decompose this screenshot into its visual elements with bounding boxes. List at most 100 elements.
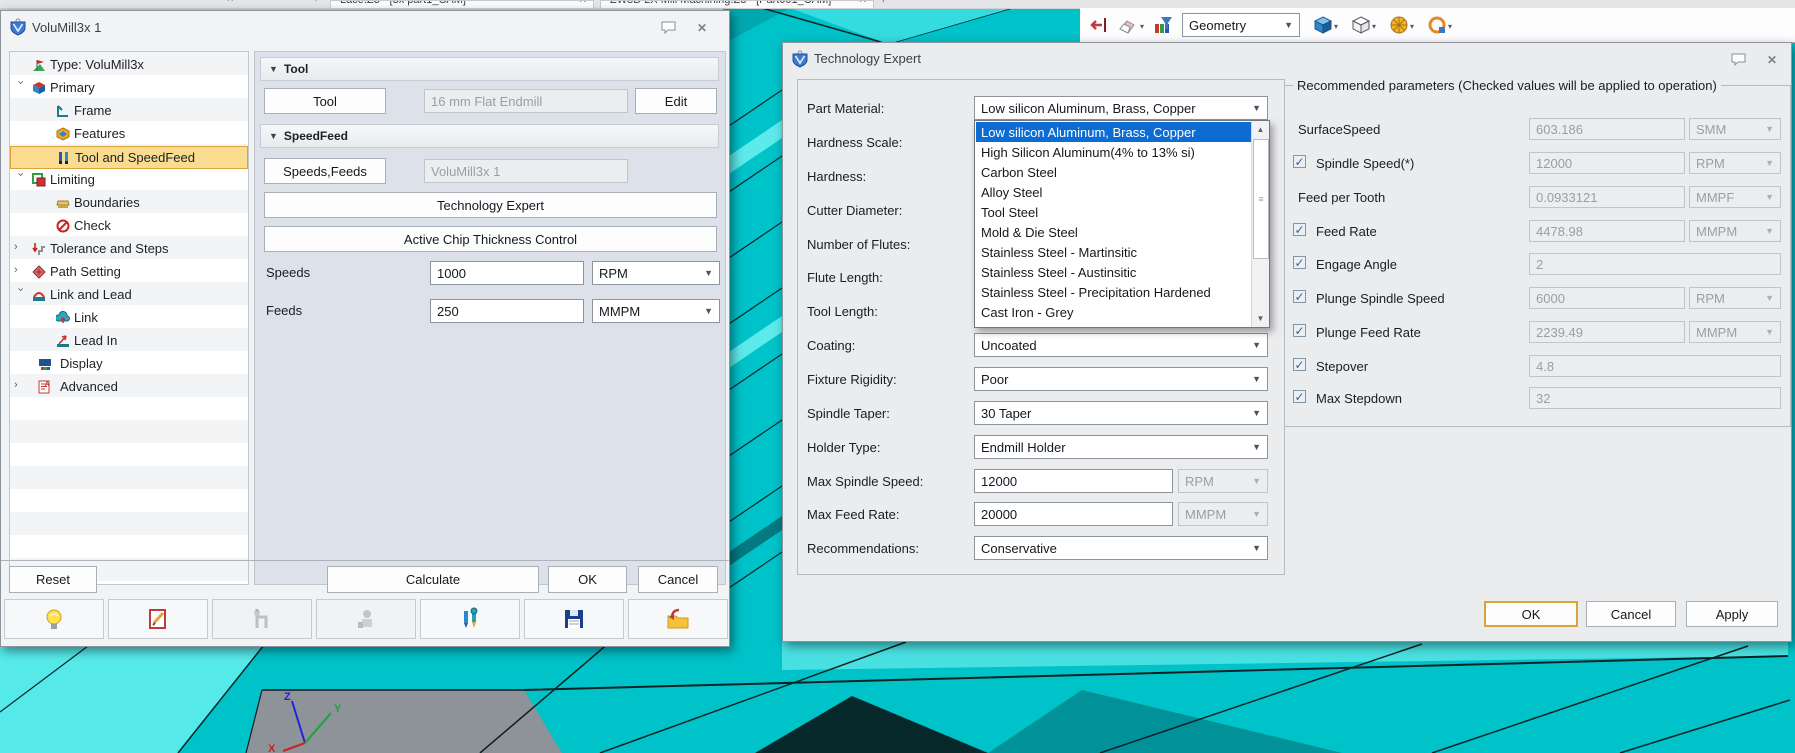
tool-manager-button[interactable]: [420, 599, 520, 639]
scroll-up-icon[interactable]: ▲: [1253, 122, 1268, 137]
tree-item-tolerance-and-steps[interactable]: › Tolerance and Steps: [10, 238, 248, 261]
tree-item-path-setting[interactable]: › Path Setting: [10, 261, 248, 284]
eraser-icon[interactable]: [1116, 14, 1138, 36]
dropdown-item[interactable]: Stainless Steel - Austinsitic: [976, 262, 1251, 282]
tool-button[interactable]: Tool: [264, 88, 386, 114]
max-spindle-speed-input[interactable]: 12000: [974, 469, 1173, 493]
plunge-feed-rate-checkbox[interactable]: ✓: [1293, 324, 1306, 337]
chevron-down-icon[interactable]: ▾: [1410, 22, 1414, 31]
fixture-rigidity-select[interactable]: Poor ▼: [974, 367, 1268, 391]
chevron-down-icon[interactable]: ▾: [1334, 22, 1338, 31]
tab-lace-z3[interactable]: Lace.Z3 - [3x part1_CAM] ✕: [330, 0, 594, 9]
max-feed-rate-input[interactable]: 20000: [974, 502, 1173, 526]
tree-item-link[interactable]: Link: [10, 307, 248, 330]
technology-expert-button[interactable]: Technology Expert: [264, 192, 717, 218]
tree-item-frame[interactable]: Frame: [10, 100, 248, 123]
section-header-tool[interactable]: ▼ Tool: [260, 57, 719, 81]
window-restore-icon[interactable]: ▫: [198, 0, 202, 5]
part-material-select[interactable]: Low silicon Aluminum, Brass, Copper ▼: [974, 96, 1268, 120]
geometry-selector[interactable]: Geometry ▼: [1182, 13, 1300, 37]
tree-item-advanced[interactable]: › A Advanced: [10, 376, 248, 399]
tree-item-boundaries[interactable]: Boundaries: [10, 192, 248, 215]
max-stepdown-checkbox[interactable]: ✓: [1293, 390, 1306, 403]
dropdown-item[interactable]: Stainless Steel - Martinsitic: [976, 242, 1251, 262]
coating-select[interactable]: Uncoated ▼: [974, 333, 1268, 357]
pin-tab-icon[interactable]: +: [313, 0, 319, 5]
plunge-spindle-speed-checkbox[interactable]: ✓: [1293, 290, 1306, 303]
chevron-expanded-icon[interactable]: ›: [15, 288, 27, 300]
tab-close-icon[interactable]: ✕: [579, 0, 587, 6]
feeds-input[interactable]: 250: [430, 299, 584, 323]
tree-item-features[interactable]: Features: [10, 123, 248, 146]
apply-button[interactable]: Apply: [1686, 601, 1778, 627]
close-icon[interactable]: ✕: [1761, 52, 1783, 68]
cancel-button[interactable]: Cancel: [1586, 601, 1676, 627]
spindle-taper-select[interactable]: 30 Taper ▼: [974, 401, 1268, 425]
wireframe-display-icon[interactable]: [1350, 14, 1372, 36]
section-header-speedfeed[interactable]: ▼ SpeedFeed: [260, 124, 719, 148]
open-folder-button[interactable]: [628, 599, 728, 639]
edit-tool-button[interactable]: Edit: [635, 88, 717, 114]
speeds-input[interactable]: 1000: [430, 261, 584, 285]
tree-item-check[interactable]: Check: [10, 215, 248, 238]
exit-arrow-icon[interactable]: [1088, 14, 1110, 36]
tree-item-label: Type: VoluMill3x: [50, 57, 144, 72]
window-close-icon[interactable]: ✕: [226, 0, 234, 5]
tab-zw3d-mill[interactable]: ZW3D 2X Mill Machining.Z3 - [Part001_CAM…: [600, 0, 874, 9]
recommendations-select[interactable]: Conservative ▼: [974, 536, 1268, 560]
tree-item-lead-in[interactable]: Lead In: [10, 330, 248, 353]
dropdown-item[interactable]: High Silicon Aluminum(4% to 13% si): [976, 142, 1251, 162]
feeds-unit-select[interactable]: MMPM ▼: [592, 299, 720, 323]
dropdown-item[interactable]: Mold & Die Steel: [976, 222, 1251, 242]
ok-button[interactable]: OK: [1484, 601, 1578, 627]
chevron-collapsed-icon[interactable]: ›: [14, 241, 26, 253]
dropdown-item[interactable]: Carbon Steel: [976, 162, 1251, 182]
spindle-speed-checkbox[interactable]: ✓: [1293, 155, 1306, 168]
section-ring-icon[interactable]: [1426, 14, 1448, 36]
tree-item-type[interactable]: Type: VoluMill3x: [10, 54, 248, 77]
comment-icon[interactable]: [657, 21, 679, 37]
comment-icon[interactable]: [1727, 53, 1749, 69]
calculate-button[interactable]: Calculate: [327, 566, 539, 593]
tree-item-tool-and-speedfeed[interactable]: Tool and SpeedFeed: [10, 146, 248, 169]
hint-bulb-button[interactable]: [4, 599, 104, 639]
dropdown-scrollbar[interactable]: ▲ ≡ ▼: [1251, 121, 1269, 327]
dropdown-item[interactable]: Cast Iron - Grey: [976, 302, 1251, 322]
chevron-down-icon[interactable]: ▾: [1448, 22, 1452, 31]
chevron-collapsed-icon[interactable]: ›: [14, 264, 26, 276]
tree-item-display[interactable]: Display: [10, 353, 248, 376]
chevron-expanded-icon[interactable]: ›: [15, 81, 27, 93]
reset-button[interactable]: Reset: [9, 566, 97, 593]
tab-close-icon[interactable]: ✕: [859, 0, 867, 6]
chevron-down-icon[interactable]: ▾: [1140, 22, 1144, 31]
edit-note-button[interactable]: [108, 599, 208, 639]
chevron-down-icon[interactable]: ▾: [1372, 22, 1376, 31]
tree-item-limiting[interactable]: › Limiting: [10, 169, 248, 192]
stepover-checkbox[interactable]: ✓: [1293, 358, 1306, 371]
chevron-expanded-icon[interactable]: ›: [15, 173, 27, 185]
color-filter-icon[interactable]: [1152, 14, 1174, 36]
feed-rate-checkbox[interactable]: ✓: [1293, 223, 1306, 236]
dropdown-item[interactable]: Alloy Steel: [976, 182, 1251, 202]
save-button[interactable]: [524, 599, 624, 639]
dropdown-item[interactable]: Stainless Steel - Precipitation Hardened: [976, 282, 1251, 302]
dropdown-item[interactable]: Tool Steel: [976, 202, 1251, 222]
speeds-unit-select[interactable]: RPM ▼: [592, 261, 720, 285]
speeds-unit: RPM: [599, 266, 628, 281]
speeds-feeds-button[interactable]: Speeds,Feeds: [264, 158, 386, 184]
tree-item-primary[interactable]: › Primary: [10, 77, 248, 100]
scrollbar-thumb[interactable]: ≡: [1253, 139, 1269, 259]
chevron-collapsed-icon[interactable]: ›: [14, 379, 26, 391]
tree-item-link-and-lead[interactable]: › Link and Lead: [10, 284, 248, 307]
close-icon[interactable]: ✕: [691, 20, 713, 36]
cancel-button[interactable]: Cancel: [638, 566, 718, 593]
holder-type-select[interactable]: Endmill Holder ▼: [974, 435, 1268, 459]
dropdown-item-selected[interactable]: Low silicon Aluminum, Brass, Copper: [976, 122, 1251, 142]
render-wheel-icon[interactable]: [1388, 14, 1410, 36]
shaded-display-icon[interactable]: [1312, 14, 1334, 36]
scroll-down-icon[interactable]: ▼: [1253, 311, 1268, 326]
engage-angle-checkbox[interactable]: ✓: [1293, 256, 1306, 269]
chip-thickness-control-button[interactable]: Active Chip Thickness Control: [264, 226, 717, 252]
new-tab-icon[interactable]: +: [880, 0, 886, 6]
ok-button[interactable]: OK: [548, 566, 627, 593]
